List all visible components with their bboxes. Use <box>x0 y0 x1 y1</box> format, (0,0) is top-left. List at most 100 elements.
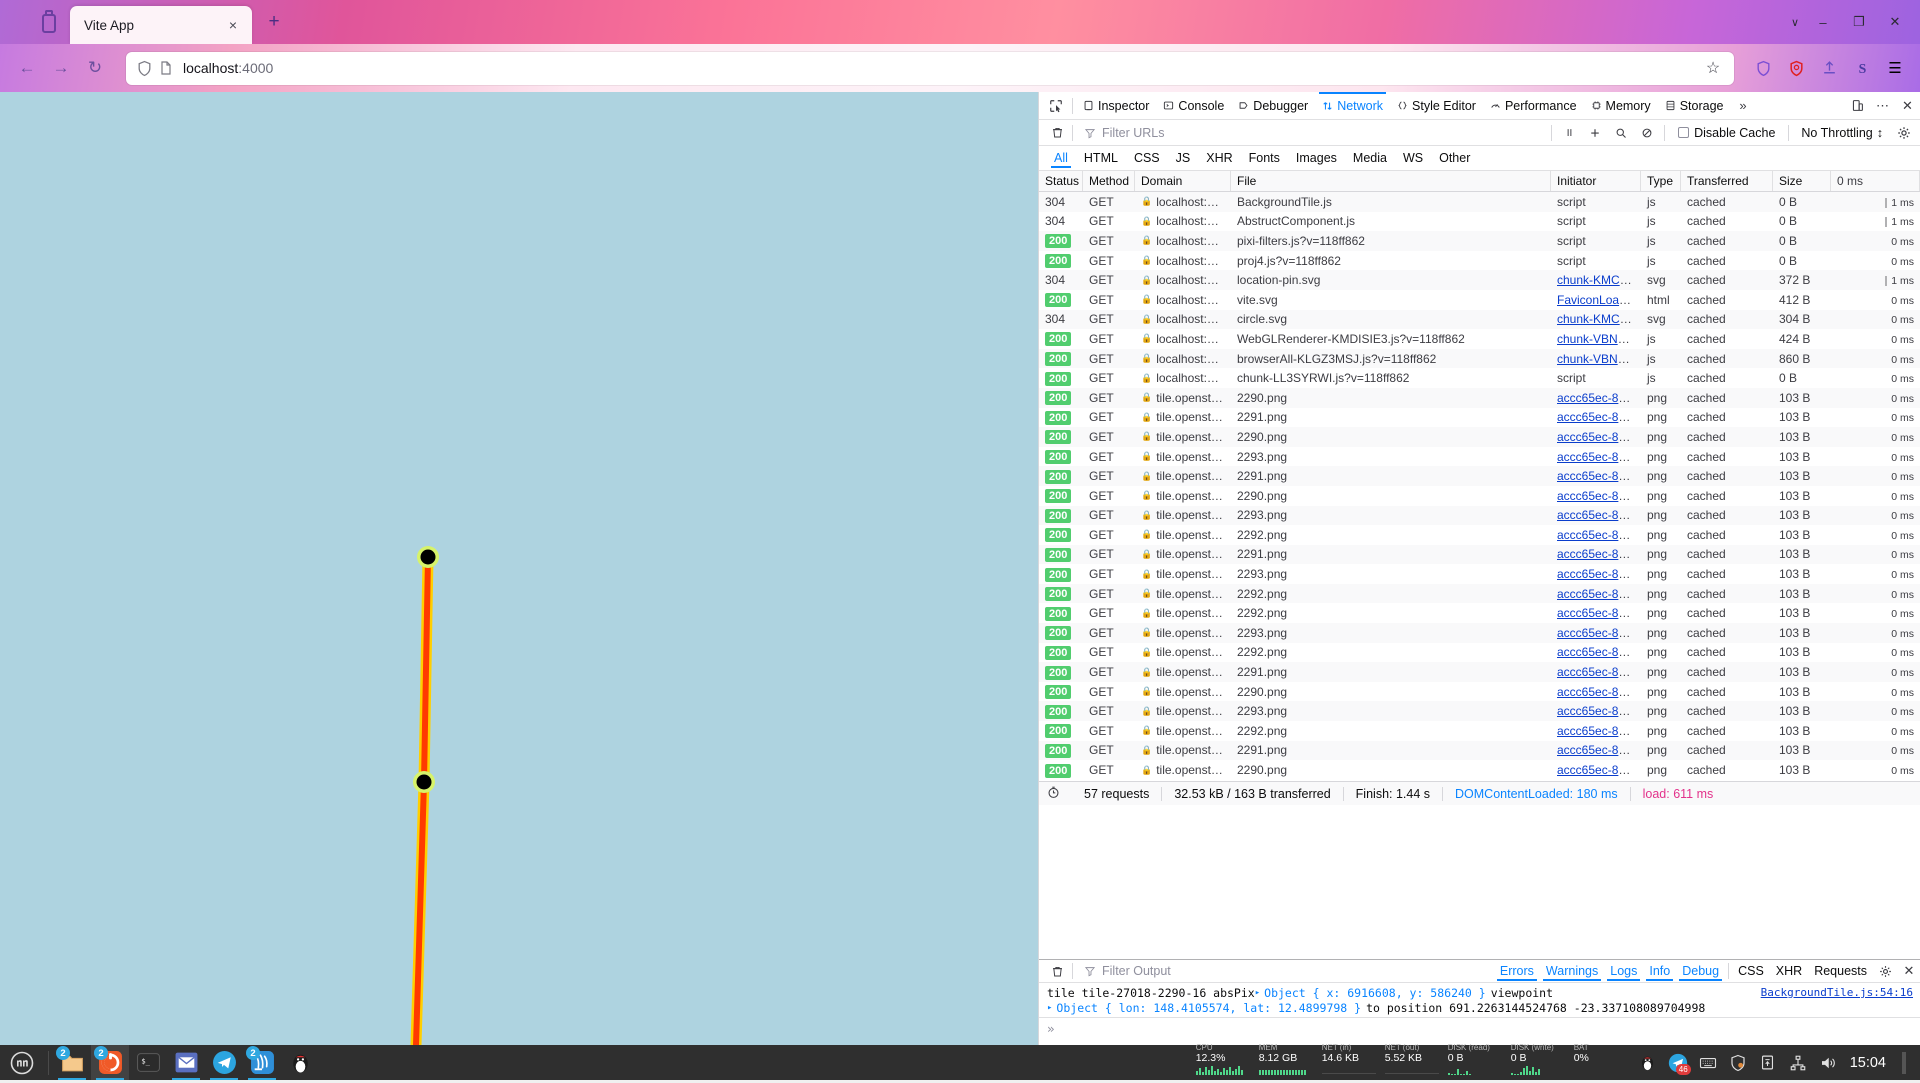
show-desktop-button[interactable] <box>1902 1052 1906 1074</box>
meatball-menu-icon[interactable]: ⋯ <box>1870 94 1895 118</box>
table-row[interactable]: 200GET🔒localhost:4000chunk-LL3SYRWI.js?v… <box>1039 368 1920 388</box>
update-shield-icon[interactable] <box>1728 1053 1748 1073</box>
initiator-link[interactable]: accc65ec-8cb2-44... <box>1557 528 1641 542</box>
network-tray-icon[interactable] <box>1788 1053 1808 1073</box>
map-viewport[interactable] <box>0 92 1038 1045</box>
cell-initiator[interactable]: chunk-VBNJBCU5... <box>1551 352 1641 366</box>
table-row[interactable]: 304GET🔒localhost:4000location-pin.svgchu… <box>1039 270 1920 290</box>
column-header-domain[interactable]: Domain <box>1135 171 1231 191</box>
table-row[interactable]: 304GET🔒localhost:4000AbstructComponent.j… <box>1039 212 1920 232</box>
cell-initiator[interactable]: accc65ec-8cb2-44... <box>1551 724 1641 738</box>
container-extension-icon[interactable] <box>1814 53 1844 83</box>
taskbar-app-firefox[interactable]: 2 <box>91 1045 129 1080</box>
cell-initiator[interactable]: accc65ec-8cb2-44... <box>1551 763 1641 777</box>
filter-fonts[interactable]: Fonts <box>1242 149 1287 167</box>
element-picker-icon[interactable] <box>1043 94 1069 118</box>
url-bar[interactable]: localhost:4000 ☆ <box>126 52 1734 85</box>
console-close-icon[interactable]: ✕ <box>1897 960 1920 982</box>
cell-initiator[interactable]: accc65ec-8cb2-44... <box>1551 743 1641 757</box>
table-row[interactable]: 200GET🔒tile.openstreet...2291.pngaccc65e… <box>1039 466 1920 486</box>
cell-initiator[interactable]: accc65ec-8cb2-44... <box>1551 547 1641 561</box>
qq-penguin-tray-icon[interactable] <box>1638 1053 1658 1073</box>
table-row[interactable]: 304GET🔒localhost:4000BackgroundTile.jssc… <box>1039 192 1920 212</box>
cell-initiator[interactable]: chunk-KMCNWZ5... <box>1551 312 1641 326</box>
filter-images[interactable]: Images <box>1289 149 1344 167</box>
app-menu-button[interactable]: ☰ <box>1880 53 1910 83</box>
table-row[interactable]: 200GET🔒tile.openstreet...2293.pngaccc65e… <box>1039 623 1920 643</box>
table-row[interactable]: 200GET🔒tile.openstreet...2293.pngaccc65e… <box>1039 564 1920 584</box>
cell-initiator[interactable]: accc65ec-8cb2-44... <box>1551 685 1641 699</box>
table-row[interactable]: 200GET🔒tile.openstreet...2293.pngaccc65e… <box>1039 701 1920 721</box>
bookmark-star-icon[interactable]: ☆ <box>1702 57 1724 79</box>
initiator-link[interactable]: accc65ec-8cb2-44... <box>1557 743 1641 757</box>
new-tab-button[interactable]: + <box>262 10 286 34</box>
table-row[interactable]: 200GET🔒tile.openstreet...2290.pngaccc65e… <box>1039 427 1920 447</box>
initiator-link[interactable]: chunk-VBNJBCU5... <box>1557 332 1641 346</box>
cell-initiator[interactable]: accc65ec-8cb2-44... <box>1551 626 1641 640</box>
tab-memory[interactable]: Memory <box>1584 92 1658 120</box>
cell-initiator[interactable]: accc65ec-8cb2-44... <box>1551 567 1641 581</box>
console-chip-logs[interactable]: Logs <box>1604 963 1643 979</box>
responsive-design-icon[interactable] <box>1845 94 1870 118</box>
column-header-file[interactable]: File <box>1231 171 1551 191</box>
initiator-link[interactable]: accc65ec-8cb2-44... <box>1557 626 1641 640</box>
initiator-link[interactable]: accc65ec-8cb2-44... <box>1557 508 1641 522</box>
cell-initiator[interactable]: accc65ec-8cb2-44... <box>1551 391 1641 405</box>
close-window-button[interactable]: ✕ <box>1878 8 1912 36</box>
filter-html[interactable]: HTML <box>1077 149 1125 167</box>
table-row[interactable]: 200GET🔒tile.openstreet...2292.pngaccc65e… <box>1039 584 1920 604</box>
console-chip-warnings[interactable]: Warnings <box>1540 963 1604 979</box>
clock[interactable]: 15:04 <box>1848 1055 1892 1071</box>
close-devtools-icon[interactable]: ✕ <box>1895 94 1920 118</box>
tab-debugger[interactable]: Debugger <box>1231 92 1315 120</box>
console-chip-info[interactable]: Info <box>1643 963 1676 979</box>
table-row[interactable]: 200GET🔒tile.openstreet...2292.pngaccc65e… <box>1039 721 1920 741</box>
filter-css[interactable]: CSS <box>1127 149 1167 167</box>
telegram-tray-icon[interactable]: 46 <box>1668 1053 1688 1073</box>
column-header-type[interactable]: Type <box>1641 171 1681 191</box>
taskbar-app-files[interactable]: 2 <box>53 1045 91 1080</box>
sync-extension-icon[interactable]: S <box>1847 53 1877 83</box>
table-row[interactable]: 200GET🔒localhost:4000pixi-filters.js?v=1… <box>1039 231 1920 251</box>
column-header-status[interactable]: Status <box>1039 171 1083 191</box>
cell-initiator[interactable]: accc65ec-8cb2-44... <box>1551 508 1641 522</box>
expand-arrow-icon[interactable]: ▸ <box>1255 988 1260 998</box>
initiator-link[interactable]: accc65ec-8cb2-44... <box>1557 645 1641 659</box>
cell-initiator[interactable]: accc65ec-8cb2-44... <box>1551 430 1641 444</box>
table-row[interactable]: 200GET🔒tile.openstreet...2292.pngaccc65e… <box>1039 603 1920 623</box>
cell-initiator[interactable]: FaviconLoader.sys... <box>1551 293 1641 307</box>
initiator-link[interactable]: accc65ec-8cb2-44... <box>1557 450 1641 464</box>
column-header-size[interactable]: Size <box>1773 171 1831 191</box>
chevron-down-icon[interactable]: ∨ <box>1782 10 1808 34</box>
initiator-link[interactable]: chunk-KMCNWZ5... <box>1557 273 1641 287</box>
filter-js[interactable]: JS <box>1169 149 1198 167</box>
initiator-link[interactable]: accc65ec-8cb2-44... <box>1557 547 1641 561</box>
console-gear-icon[interactable] <box>1873 960 1897 982</box>
table-row[interactable]: 200GET🔒localhost:4000vite.svgFaviconLoad… <box>1039 290 1920 310</box>
initiator-link[interactable]: accc65ec-8cb2-44... <box>1557 430 1641 444</box>
console-chip-errors[interactable]: Errors <box>1494 963 1540 979</box>
initiator-link[interactable]: FaviconLoader.sys... <box>1557 293 1641 307</box>
cell-initiator[interactable]: accc65ec-8cb2-44... <box>1551 528 1641 542</box>
filter-other[interactable]: Other <box>1432 149 1477 167</box>
initiator-link[interactable]: accc65ec-8cb2-44... <box>1557 665 1641 679</box>
cell-initiator[interactable]: chunk-VBNJBCU5... <box>1551 332 1641 346</box>
cell-initiator[interactable]: accc65ec-8cb2-44... <box>1551 704 1641 718</box>
initiator-link[interactable]: accc65ec-8cb2-44... <box>1557 391 1641 405</box>
console-chip-debug[interactable]: Debug <box>1676 963 1725 979</box>
initiator-link[interactable]: accc65ec-8cb2-44... <box>1557 567 1641 581</box>
ublock-extension-icon[interactable] <box>1781 53 1811 83</box>
column-header-method[interactable]: Method <box>1083 171 1135 191</box>
back-button[interactable]: ← <box>10 51 44 85</box>
tab-performance[interactable]: Performance <box>1483 92 1584 120</box>
throttling-select[interactable]: No Throttling ↕ <box>1794 126 1890 140</box>
table-row[interactable]: 200GET🔒tile.openstreet...2291.pngaccc65e… <box>1039 408 1920 428</box>
taskbar-app-terminal[interactable]: $_ <box>129 1045 167 1080</box>
devtools-overflow-button[interactable]: » <box>1730 94 1755 118</box>
column-header-timeline[interactable]: 0 ms <box>1831 171 1920 191</box>
table-row[interactable]: 200GET🔒tile.openstreet...2290.pngaccc65e… <box>1039 388 1920 408</box>
filter-all[interactable]: All <box>1047 149 1075 167</box>
filter-output-input[interactable]: Filter Output <box>1084 964 1494 978</box>
console-chip-css[interactable]: CSS <box>1732 963 1770 979</box>
initiator-link[interactable]: accc65ec-8cb2-44... <box>1557 587 1641 601</box>
